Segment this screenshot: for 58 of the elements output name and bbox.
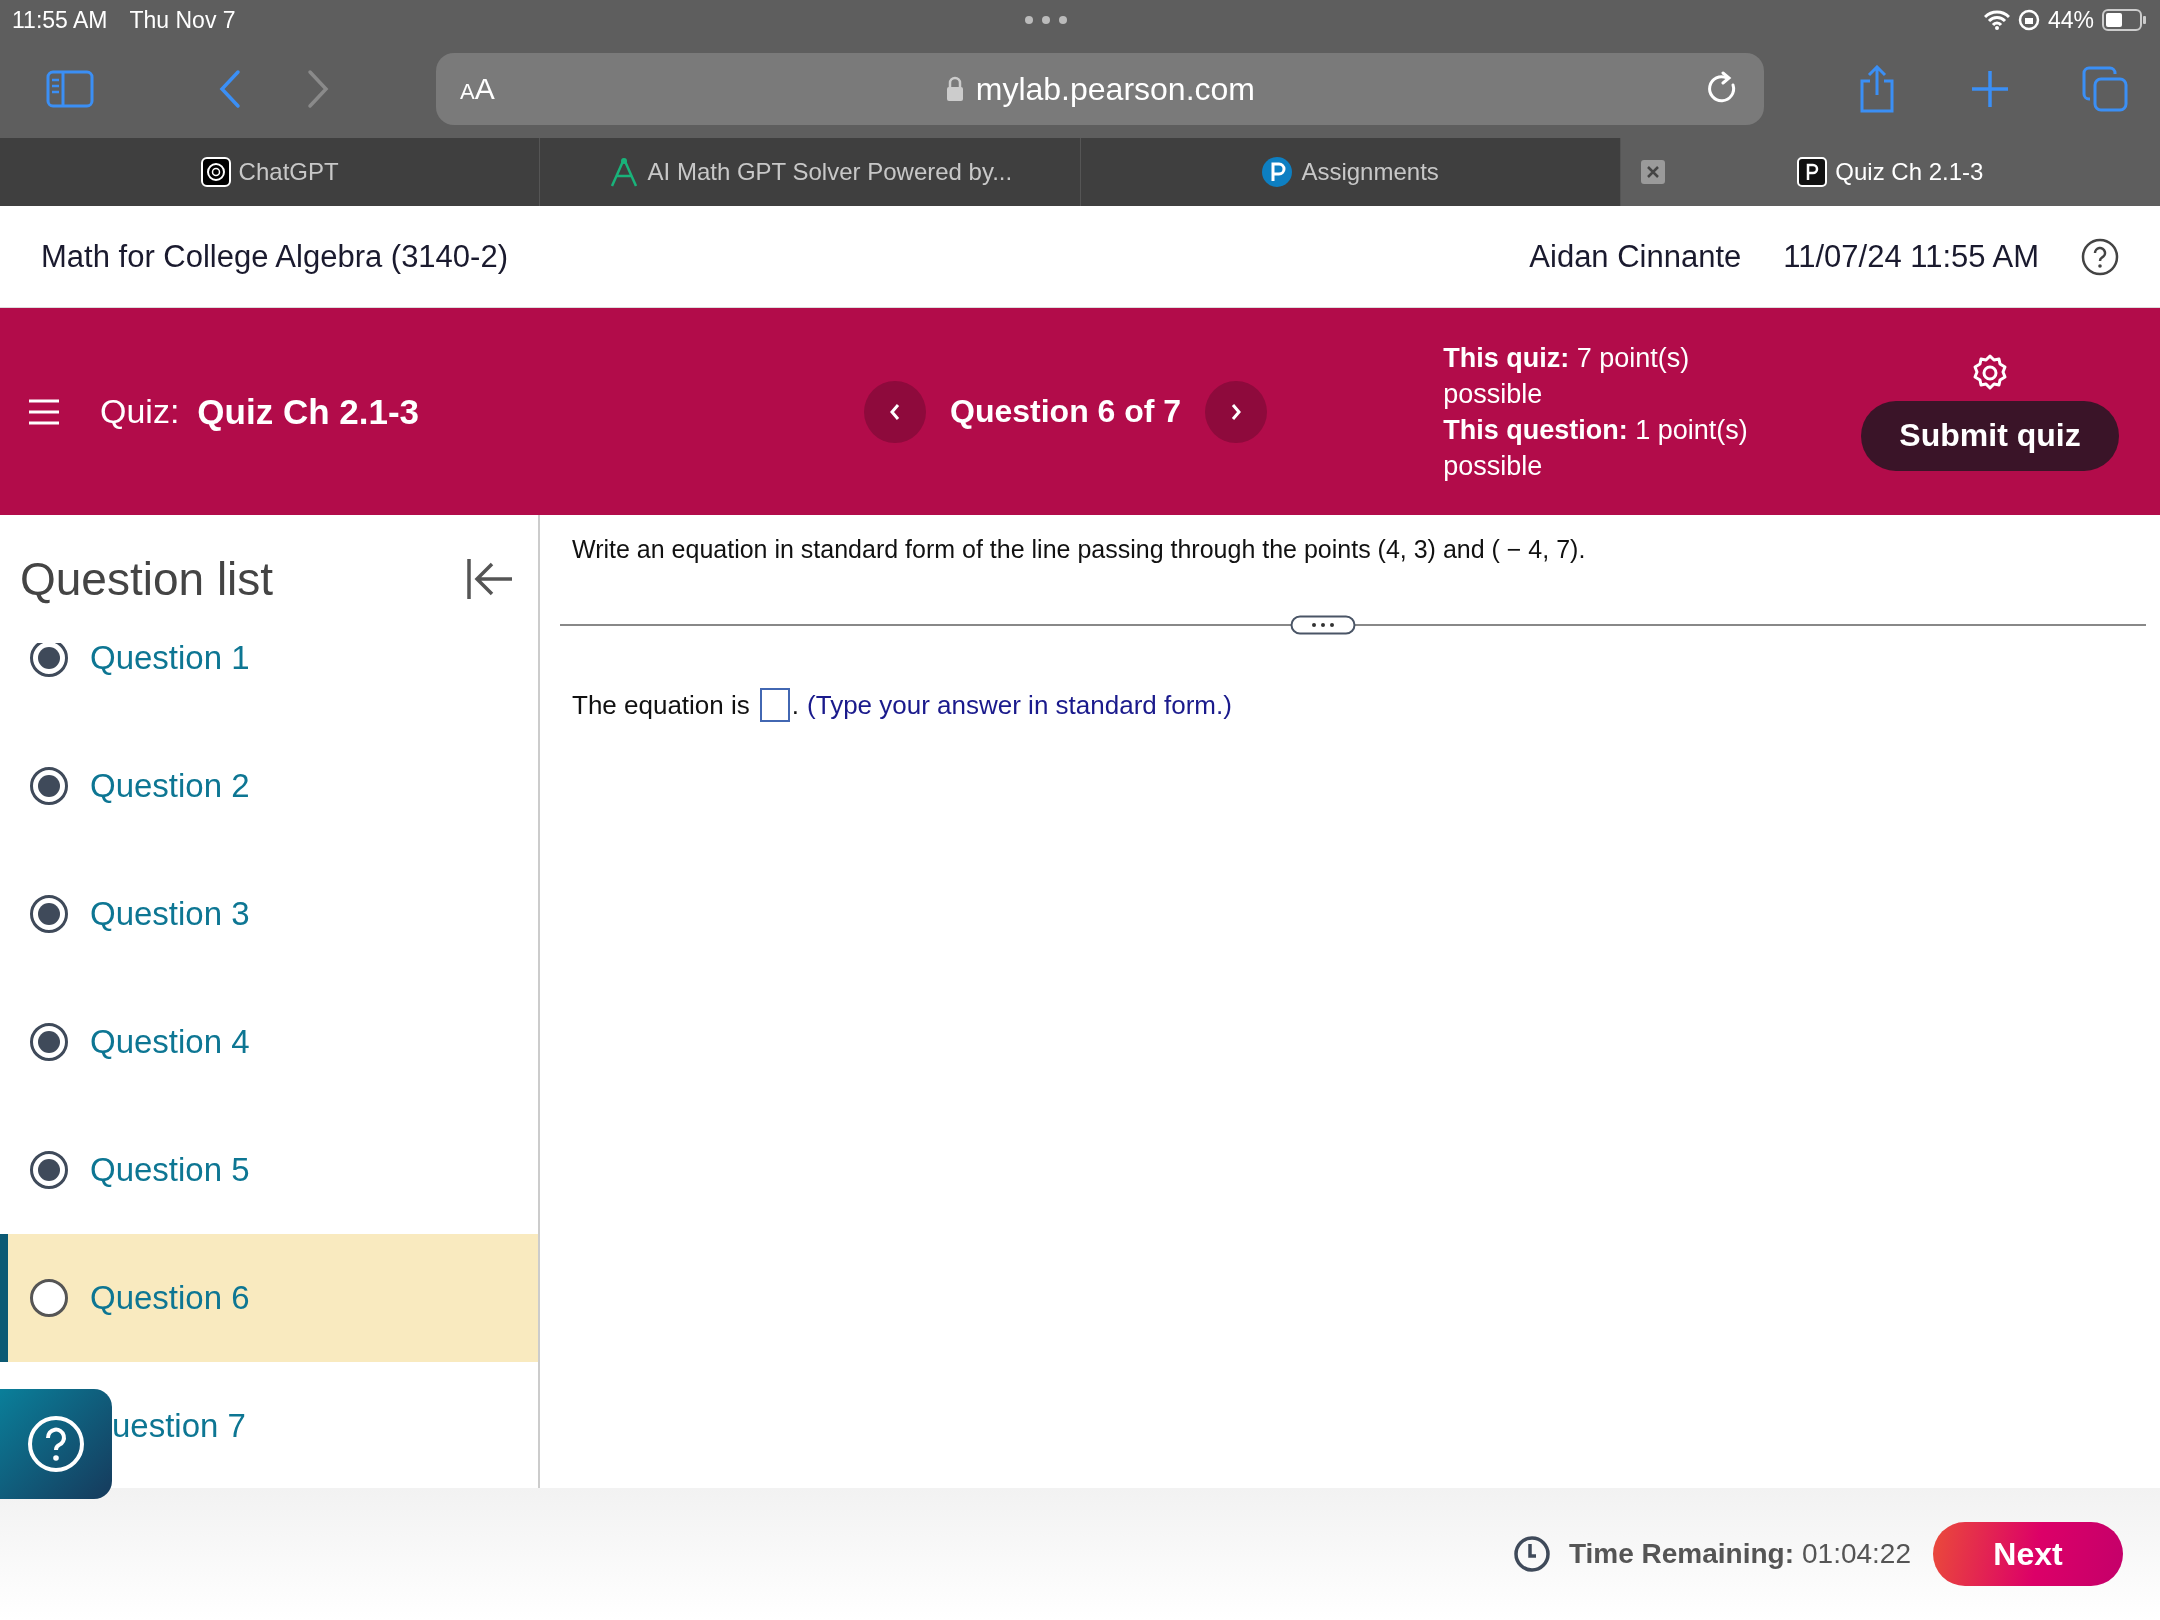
question-item[interactable]: Question 4: [0, 978, 538, 1106]
browser-tab[interactable]: Quiz Ch 2.1-3: [1620, 138, 2160, 206]
menu-icon[interactable]: [28, 398, 60, 425]
answer-field[interactable]: [759, 688, 790, 722]
answer-lead: The equation is: [572, 689, 750, 721]
more-dots-icon[interactable]: [1023, 15, 1068, 25]
question-item[interactable]: Question 5: [0, 1106, 538, 1234]
time-remaining-value: 01:04:22: [1802, 1538, 1911, 1570]
new-tab-icon[interactable]: [1970, 69, 2010, 109]
back-icon[interactable]: [218, 69, 242, 109]
browser-tab[interactable]: Assignments: [1080, 138, 1621, 206]
orientation-lock-icon: [2017, 9, 2040, 31]
p-circle-icon: [1261, 156, 1294, 188]
points-info: This quiz: 7 point(s) possible: [1443, 341, 1691, 411]
help-icon: [27, 1415, 85, 1473]
next-button[interactable]: Next: [1933, 1522, 2123, 1586]
chevron-left-icon: [889, 402, 901, 421]
url-text: mylab.pearson.com: [975, 70, 1255, 108]
close-icon[interactable]: [1640, 160, 1665, 184]
course-title: Math for College Algebra (3140-2): [41, 238, 508, 275]
answer-hint: (Type your answer in standard form.): [807, 689, 1232, 721]
status-date: Thu Nov 7: [129, 6, 236, 34]
question-item[interactable]: Question 1: [0, 643, 538, 722]
p-square-icon: [1797, 157, 1828, 187]
date-time: 11/07/24 11:55 AM: [1783, 238, 2039, 275]
question-prompt: Write an equation in standard form of the line passing through the points (4, 3) and ( − 4, 7).: [571, 535, 1587, 564]
quiz-name: Quiz Ch 2.1-3: [197, 391, 420, 432]
question-item[interactable]: Question 3: [0, 850, 538, 978]
status-time: 11:55 AM: [12, 6, 108, 34]
expand-handle-icon[interactable]: [1290, 615, 1356, 635]
address-bar[interactable]: AA mylab.pearson.com: [436, 53, 1764, 125]
user-name: Aidan Cinnante: [1529, 238, 1742, 275]
question-item[interactable]: Question 2: [0, 722, 538, 850]
clock-icon: [1512, 1535, 1551, 1573]
question-position: Question 6 of 7: [950, 393, 1182, 430]
quiz-label: Quiz:: [100, 392, 180, 431]
question-item[interactable]: uestion 7: [112, 1362, 538, 1488]
collapse-icon[interactable]: [466, 557, 514, 601]
question-item[interactable]: Question 6: [0, 1234, 538, 1362]
tabs-icon[interactable]: [2082, 66, 2128, 112]
browser-tab[interactable]: ChatGPT: [0, 138, 541, 206]
chevron-right-icon: [1230, 402, 1243, 421]
time-remaining-label: Time Remaining:: [1568, 1538, 1794, 1570]
text-size-button[interactable]: AA: [460, 72, 495, 106]
help-icon[interactable]: [2081, 237, 2119, 276]
battery-percent: 44%: [2047, 6, 2094, 34]
knot-logo-icon: [200, 157, 231, 187]
lock-icon: [945, 76, 964, 102]
forward-icon[interactable]: [306, 69, 330, 109]
submit-quiz-button[interactable]: Submit quiz: [1861, 400, 2119, 471]
help-button[interactable]: [0, 1389, 112, 1499]
answer-period: .: [791, 689, 800, 721]
battery-icon: [2102, 9, 2148, 31]
points-info: This question: 1 point(s) possible: [1443, 413, 1749, 483]
browser-tab[interactable]: AI Math GPT Solver Powered by...: [540, 138, 1081, 206]
wifi-icon: [1983, 10, 2010, 30]
sidebar-icon[interactable]: [46, 70, 94, 108]
question-list-title: Question list: [20, 552, 274, 606]
